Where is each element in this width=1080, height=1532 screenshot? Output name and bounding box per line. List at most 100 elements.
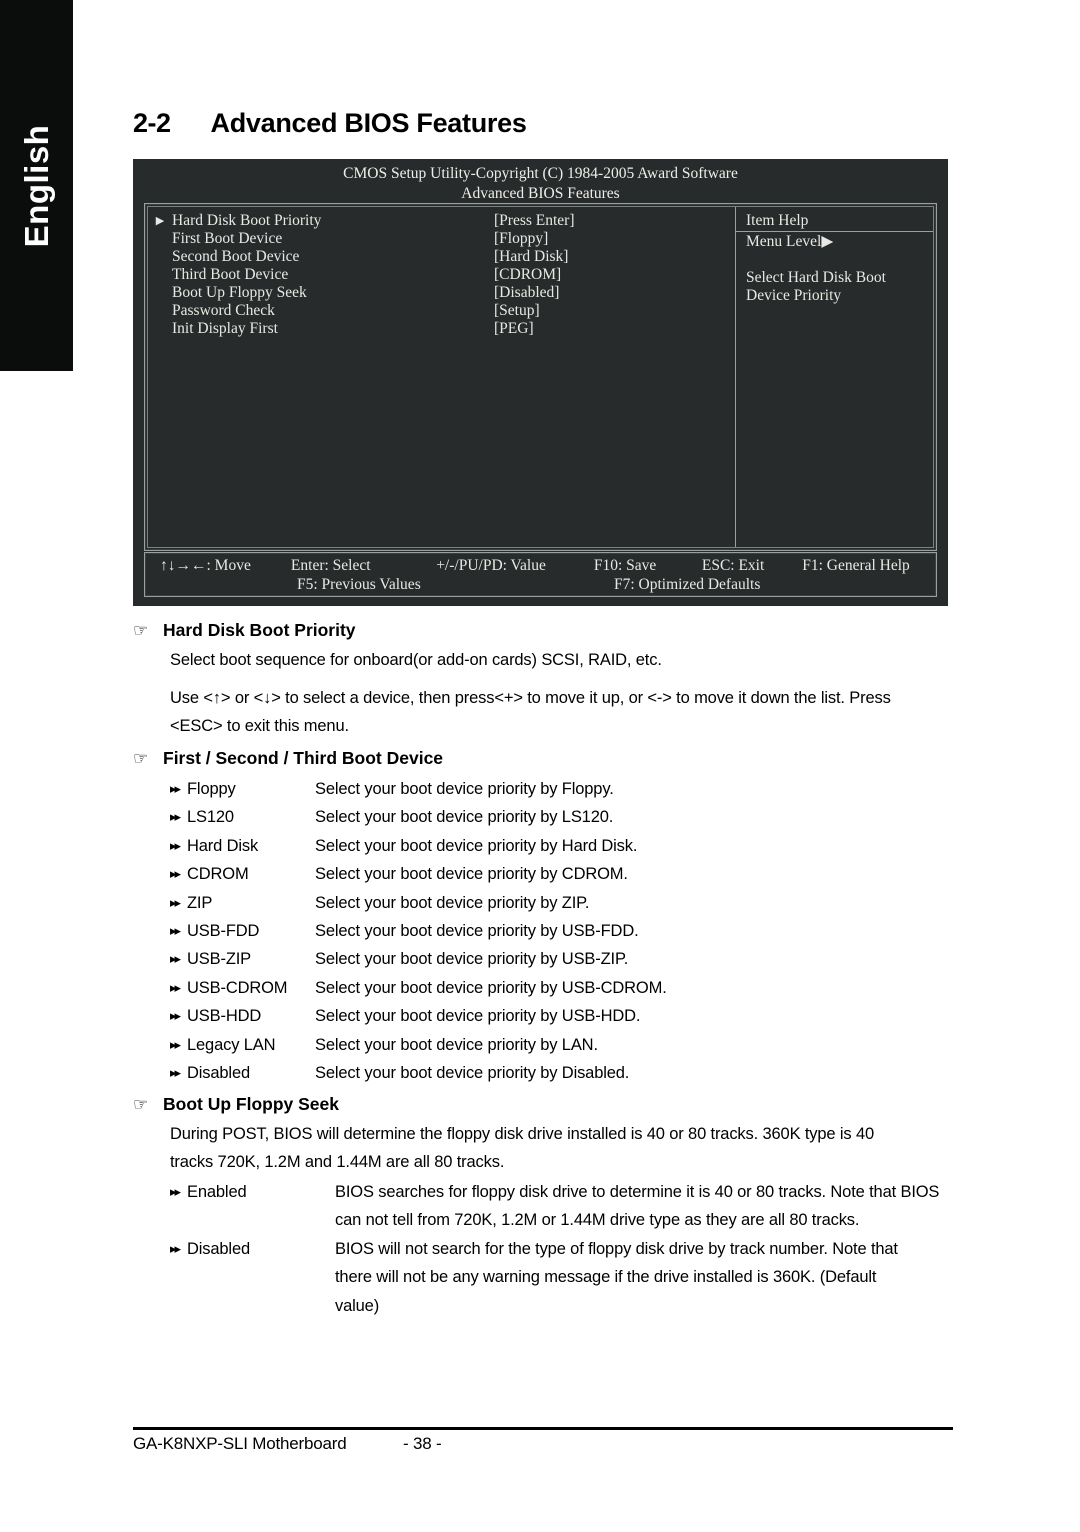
submenu-arrow-icon [148,284,172,302]
footer-product-name: GA-K8NXP-SLI Motherboard [133,1434,347,1453]
item-help-description-line1: Select Hard Disk Boot [746,269,886,286]
list-item: ▸▸ Hard Disk Select your boot device pri… [170,832,960,860]
list-item-continuation: can not tell from 720K, 1.2M or 1.44M dr… [170,1206,960,1234]
bios-titlebar: CMOS Setup Utility-Copyright (C) 1984-20… [133,159,948,203]
bios-setting-row[interactable]: Second Boot Device [Hard Disk] [148,248,735,266]
bios-setting-value[interactable]: [Floppy] [494,230,724,248]
option-term: Disabled [187,1064,251,1083]
floppy-seek-option-list: ▸▸ Enabled BIOS searches for floppy disk… [170,1178,960,1320]
bios-setting-row[interactable]: Third Boot Device [CDROM] [148,266,735,284]
bullet-spacer [170,1263,187,1291]
option-description-line: value) [335,1296,380,1315]
paragraph-line: Use <↑> or <↓> to select a device, then … [170,689,891,707]
bios-setting-row[interactable]: Boot Up Floppy Seek [Disabled] [148,284,735,302]
heading-text: Boot Up Floppy Seek [163,1094,339,1114]
option-term: USB-FDD [187,922,260,941]
item-help-title: Item Help [736,212,933,232]
option-description: BIOS searches for floppy disk drive to d… [335,1183,940,1201]
paragraph-floppy-seek-intro: During POST, BIOS will determine the flo… [170,1120,960,1176]
bios-setting-label: Password Check [172,302,275,319]
language-tab: English [0,0,73,371]
option-term: CDROM [187,865,249,884]
option-description: Select your boot device priority by Hard… [315,836,638,855]
list-item: ▸▸ USB-ZIP Select your boot device prior… [170,945,960,973]
option-term: Disabled [187,1239,251,1258]
bios-setting-label: Hard Disk Boot Priority [172,212,322,229]
option-term: Floppy [187,780,236,798]
language-tab-label: English [17,124,55,247]
bios-setting-row[interactable]: Init Display First [PEG] [148,320,735,338]
double-triangle-icon: ▸▸ [170,923,181,939]
paragraph-hdd-priority-usage: Use <↑> or <↓> to select a device, then … [170,684,960,740]
double-triangle-icon: ▸▸ [170,781,181,796]
bios-setting-value[interactable]: [CDROM] [494,266,724,284]
submenu-arrow-icon [148,230,172,248]
double-triangle-icon: ▸▸ [170,1065,181,1081]
option-description: Select your boot device priority by USB-… [315,922,639,941]
submenu-arrow-icon [148,302,172,320]
bios-setting-row[interactable]: Password Check [Setup] [148,302,735,320]
option-term: ZIP [187,893,213,912]
list-item: ▸▸ Legacy LAN Select your boot device pr… [170,1031,960,1059]
bios-key-legend-row: ↑↓→←: Move Enter: Select +/-/PU/PD: Valu… [145,556,936,575]
submenu-arrow-icon [148,248,172,266]
hand-pointer-icon: ☞ [133,621,149,640]
option-description: Select your boot device priority by Disa… [315,1064,630,1083]
item-help-description-line2: Device Priority [746,287,842,304]
bios-setting-value[interactable]: [Disabled] [494,284,724,302]
paragraph-line: During POST, BIOS will determine the flo… [170,1125,874,1143]
paragraph-line: tracks 720K, 1.2M and 1.44M are all 80 t… [170,1153,505,1171]
bios-setting-label: Third Boot Device [172,266,289,283]
submenu-arrow-icon [148,266,172,284]
option-term: USB-HDD [187,1007,262,1026]
heading-text: First / Second / Third Boot Device [163,748,444,768]
submenu-arrow-icon [148,320,172,338]
submenu-arrow-icon: ▶ [155,215,165,227]
footer-divider [133,1427,953,1430]
heading-hard-disk-boot-priority: ☞ Hard Disk Boot Priority [133,620,356,641]
section-title: Advanced BIOS Features [210,108,527,138]
double-triangle-icon: ▸▸ [170,894,181,910]
bios-body-frame: ▶ Hard Disk Boot Priority [Press Enter] … [144,203,937,551]
list-item: ▸▸ CDROM Select your boot device priorit… [170,860,960,888]
bios-setting-label: Boot Up Floppy Seek [172,284,307,301]
key-f5: F5: Previous Values [297,576,421,593]
bios-subtitle: Advanced BIOS Features [461,184,620,202]
list-item: ▸▸ Disabled BIOS will not search for the… [170,1235,960,1263]
double-triangle-icon: ▸▸ [170,1184,181,1199]
bios-settings-list: ▶ Hard Disk Boot Priority [Press Enter] … [148,207,735,547]
list-item: ▸▸ Floppy Select your boot device priori… [170,775,960,803]
paragraph-hdd-priority-intro: Select boot sequence for onboard(or add-… [170,651,662,669]
option-term: Hard Disk [187,836,259,855]
bios-setting-label: First Boot Device [172,230,283,247]
bullet-spacer [170,1206,187,1234]
list-item: ▸▸ USB-HDD Select your boot device prior… [170,1002,960,1030]
bios-setting-value[interactable]: [Hard Disk] [494,248,724,266]
term-spacer [187,1292,335,1320]
option-term: USB-ZIP [187,950,252,969]
double-triangle-icon: ▸▸ [170,1008,181,1024]
hand-pointer-icon: ☞ [133,749,149,768]
list-item: ▸▸ Disabled Select your boot device prio… [170,1059,960,1087]
hand-pointer-icon: ☞ [133,1095,149,1114]
double-triangle-icon: ▸▸ [170,1036,181,1052]
list-item: ▸▸ USB-FDD Select your boot device prior… [170,917,960,945]
bios-setting-label: Init Display First [172,320,278,337]
double-triangle-icon: ▸▸ [170,809,181,825]
list-item: ▸▸ ZIP Select your boot device priority … [170,889,960,917]
bios-setting-row[interactable]: First Boot Device [Floppy] [148,230,735,248]
bios-setting-value[interactable]: [Press Enter] [494,212,724,230]
bios-setting-value[interactable]: [PEG] [494,320,724,338]
option-description: Select your boot device priority by USB-… [315,978,667,997]
bios-setting-value[interactable]: [Setup] [494,302,724,320]
key-esc: ESC: Exit [701,557,765,574]
option-description-line: can not tell from 720K, 1.2M or 1.44M dr… [335,1211,860,1230]
list-item: ▸▸ LS120 Select your boot device priorit… [170,803,960,831]
key-move: ↑↓→←: Move [160,557,251,574]
option-description: Select your boot device priority by LAN. [315,1035,598,1054]
option-description: Select your boot device priority by USB-… [315,950,629,969]
help-spacer [736,251,933,269]
key-value: +/-/PU/PD: Value [436,557,546,574]
double-triangle-icon: ▸▸ [170,837,181,853]
bios-setting-row[interactable]: ▶ Hard Disk Boot Priority [Press Enter] [148,212,735,230]
